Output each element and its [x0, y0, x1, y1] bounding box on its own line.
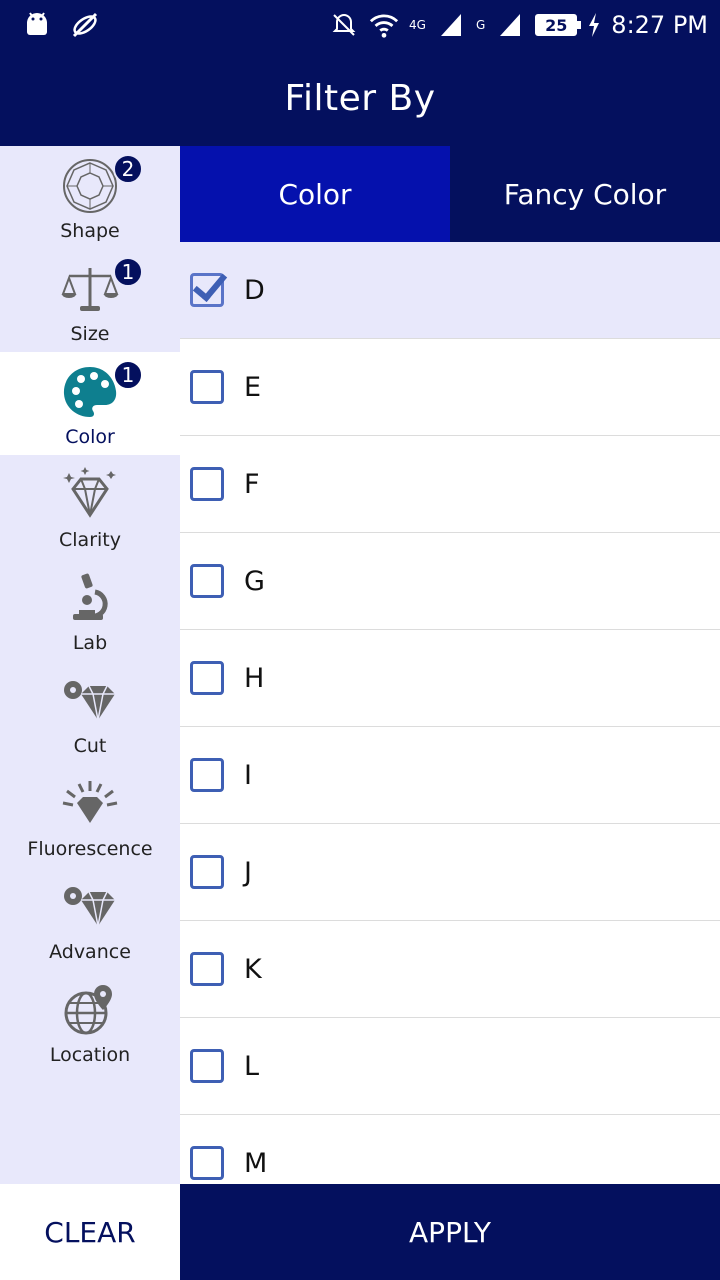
palette-icon	[60, 362, 120, 422]
sidebar-item-label: Fluorescence	[27, 838, 153, 860]
option-row-e[interactable]: E	[180, 339, 720, 436]
bell-off-icon	[329, 10, 359, 40]
battery-level: 25	[545, 15, 568, 35]
option-label: F	[244, 468, 260, 500]
checkbox[interactable]	[190, 855, 224, 889]
tab-color[interactable]: Color	[180, 146, 450, 242]
scale-icon	[60, 259, 120, 319]
option-row-l[interactable]: L	[180, 1018, 720, 1115]
checkbox-checked[interactable]	[190, 273, 224, 307]
sidebar-item-label: Color	[65, 426, 115, 448]
sidebar-item-clarity[interactable]: Clarity	[0, 455, 180, 558]
status-bar: 4G G 25 8:27 PM	[0, 0, 720, 50]
wifi-icon	[369, 10, 399, 40]
no-sync-icon	[70, 10, 100, 40]
sidebar-item-label: Location	[49, 1044, 131, 1066]
option-row-d[interactable]: D	[180, 242, 720, 339]
network-type-label-2: G	[475, 18, 486, 32]
sidebar-item-label: Cut	[73, 735, 107, 757]
count-badge: 1	[113, 257, 143, 287]
filter-category-sidebar: Shape 2 Size 1 Color 1 Clarity Lab Cut F…	[0, 146, 180, 1184]
option-row-h[interactable]: H	[180, 630, 720, 727]
option-label: J	[244, 856, 252, 888]
option-row-m[interactable]: M	[180, 1115, 720, 1184]
option-row-i[interactable]: I	[180, 727, 720, 824]
color-options-list: D E F G H I J K L M	[180, 242, 720, 1184]
option-row-g[interactable]: G	[180, 533, 720, 630]
diamond-icon	[60, 465, 120, 525]
location-icon	[60, 980, 120, 1040]
charging-icon	[587, 10, 601, 40]
sidebar-item-shape[interactable]: Shape 2	[0, 146, 180, 249]
filter-tabs: Color Fancy Color	[180, 146, 720, 242]
tab-fancy-color[interactable]: Fancy Color	[450, 146, 720, 242]
network-type-label: 4G	[409, 18, 426, 32]
microscope-icon	[60, 568, 120, 628]
option-label: I	[244, 759, 252, 791]
sidebar-item-label: Clarity	[59, 529, 121, 551]
sidebar-item-cut[interactable]: Cut	[0, 661, 180, 764]
clear-button[interactable]: CLEAR	[0, 1184, 180, 1280]
option-row-f[interactable]: F	[180, 436, 720, 533]
count-badge: 2	[113, 154, 143, 184]
checkbox[interactable]	[190, 758, 224, 792]
sidebar-item-label: Size	[70, 323, 110, 345]
app-bar: Filter By	[0, 50, 720, 146]
sidebar-item-label: Shape	[60, 220, 120, 242]
sidebar-item-fluorescence[interactable]: Fluorescence	[0, 764, 180, 867]
count-badge: 1	[113, 360, 143, 390]
signal-icon-2	[495, 10, 525, 40]
bottom-action-bar: CLEAR APPLY	[0, 1184, 720, 1280]
option-row-k[interactable]: K	[180, 921, 720, 1018]
checkbox[interactable]	[190, 1146, 224, 1180]
page-title: Filter By	[284, 77, 436, 119]
cut-icon	[60, 671, 120, 731]
sidebar-item-lab[interactable]: Lab	[0, 558, 180, 661]
sidebar-item-location[interactable]: Location	[0, 970, 180, 1073]
checkbox[interactable]	[190, 467, 224, 501]
advance-icon	[60, 877, 120, 937]
option-label: G	[244, 565, 265, 597]
option-label: D	[244, 274, 265, 306]
sidebar-item-label: Lab	[72, 632, 108, 654]
sidebar-item-color[interactable]: Color 1	[0, 352, 180, 455]
option-label: K	[244, 953, 262, 985]
sidebar-item-label: Advance	[49, 941, 131, 963]
option-label: E	[244, 371, 262, 403]
checkbox[interactable]	[190, 370, 224, 404]
checkbox[interactable]	[190, 952, 224, 986]
clock: 8:27 PM	[611, 11, 708, 39]
android-icon	[22, 10, 52, 40]
shape-icon	[60, 156, 120, 216]
checkbox[interactable]	[190, 661, 224, 695]
option-row-j[interactable]: J	[180, 824, 720, 921]
sidebar-item-size[interactable]: Size 1	[0, 249, 180, 352]
option-label: M	[244, 1147, 268, 1179]
option-label: H	[244, 662, 265, 694]
battery-icon: 25	[535, 14, 582, 36]
checkbox[interactable]	[190, 564, 224, 598]
signal-icon	[436, 10, 466, 40]
option-label: L	[244, 1050, 260, 1082]
fluorescence-icon	[60, 774, 120, 834]
sidebar-item-advance[interactable]: Advance	[0, 867, 180, 970]
checkbox[interactable]	[190, 1049, 224, 1083]
apply-button[interactable]: APPLY	[180, 1184, 720, 1280]
